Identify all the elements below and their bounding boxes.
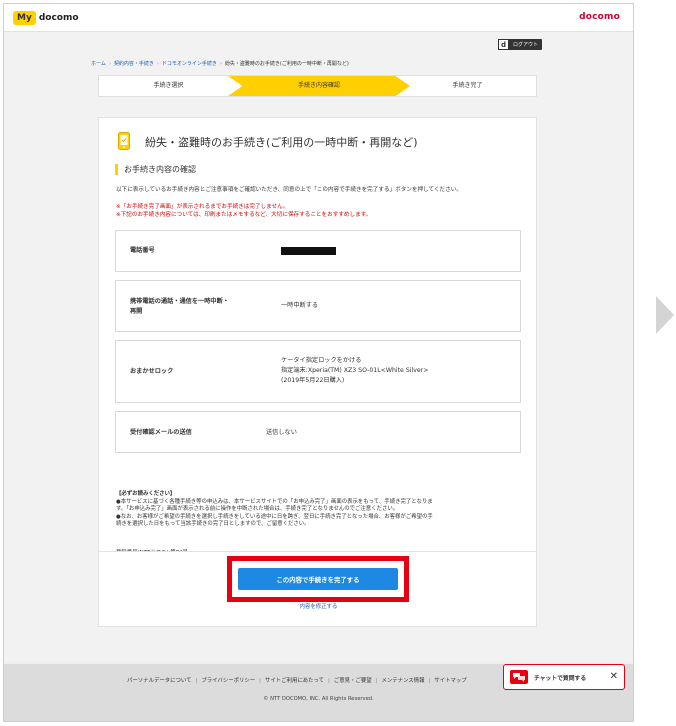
- site-header: My docomo docomo: [4, 4, 633, 32]
- step-select: 手続き選択: [153, 82, 184, 89]
- detail-row-lock: おまかせロック ケータイ指定ロックをかける 指定端末:Xperia(TM) XZ…: [115, 340, 521, 403]
- footer-link[interactable]: プライバシーポリシー: [201, 678, 255, 684]
- notes-heading: 【必ずお読みください】: [116, 491, 176, 497]
- step-confirm: 手続き内容確認: [297, 82, 340, 89]
- detail-value: (2019年5月22日購入): [281, 377, 345, 384]
- copyright: © NTT DOCOMO, INC. All Rights Reserved.: [263, 696, 374, 702]
- notes-line: 続きを選択した日をもって当該手続きの完了日としますので、ご留意ください。: [116, 521, 310, 528]
- my-docomo-logo[interactable]: My docomo: [13, 11, 79, 25]
- close-icon[interactable]: ✕: [610, 671, 618, 683]
- notes-block: 【必ずお読みください】 ●本サービスに基づく各種手続き等の申込みは、本サービスサ…: [116, 491, 524, 529]
- detail-label: 携帯電話の通話・通信を一時中断・: [130, 298, 229, 305]
- breadcrumb: ホーム › 契約内容・手続き › ドコモオンライン手続き › 紛失・盗難時のお手続き(ご利用…: [91, 61, 349, 67]
- chat-icon: [510, 670, 528, 684]
- detail-label: おまかせロック: [130, 368, 174, 375]
- footer-link[interactable]: メンテナンス情報: [381, 678, 424, 684]
- step-complete: 手続き完了: [452, 82, 483, 89]
- detail-value: 送信しない: [266, 429, 297, 436]
- submit-highlight: この内容で手続きを完了する: [227, 556, 409, 602]
- footer-links: パーソナルデータについて | プライバシーポリシー | サイトご利用にあたって | ご意見・…: [127, 678, 467, 684]
- page-title: 紛失・盗難時のお手続き(ご利用の一時中断・再開など): [145, 136, 418, 149]
- breadcrumb-home[interactable]: ホーム: [91, 61, 106, 67]
- logout-button[interactable]: d ログアウト: [498, 39, 543, 50]
- warning-text: ※下記のお手続き内容については、印刷またはメモするなど、大切に保存することをおす…: [116, 212, 372, 218]
- confirmation-card: 紛失・盗難時のお手続き(ご利用の一時中断・再開など) お手続き内容の確認 以下に…: [98, 117, 537, 569]
- main-content: d ログアウト ホーム › 契約内容・手続き › ドコモオンライン手続き › 紛失・盗難時の…: [4, 32, 633, 687]
- detail-value: ケータイ指定ロックをかける: [281, 357, 362, 364]
- detail-value: 一時中断する: [281, 302, 319, 309]
- detail-value: 指定端末:Xperia(TM) XZ3 SO-01L<White Silver>: [281, 367, 429, 374]
- warning-text: ※「お手続き完了画面」が表示されるまでお手続きは完了しません。: [116, 204, 289, 210]
- chat-label: チャットで質問する: [534, 675, 587, 682]
- back-link[interactable]: 内容を修正する: [99, 602, 538, 610]
- detail-label: 受付確認メールの送信: [130, 429, 192, 436]
- phone-icon: [118, 132, 130, 150]
- detail-label: 再開: [130, 308, 143, 315]
- section-title: お手続き内容の確認: [115, 164, 196, 175]
- footer-link[interactable]: サイトご利用にあたって: [265, 678, 324, 684]
- logout-label: ログアウト: [513, 42, 539, 48]
- logo-badge: My: [13, 11, 36, 25]
- footer-link[interactable]: ご意見・ご要望: [334, 678, 372, 684]
- detail-row-email: 受付確認メールの送信 送信しない: [115, 411, 521, 453]
- footer-link[interactable]: サイトマップ: [434, 678, 466, 684]
- action-card: この内容で手続きを完了する 内容を修正する: [98, 551, 537, 627]
- detail-label: 電話番号: [130, 247, 155, 254]
- d-account-icon: d: [498, 39, 509, 50]
- logo-text: docomo: [38, 13, 79, 23]
- browser-frame: My docomo docomo d ログアウト ホーム › 契約内容・手続き › ドコ…: [3, 3, 634, 722]
- docomo-brand[interactable]: docomo: [579, 12, 620, 22]
- notes-line: す。「お申込み完了」画面が表示される前に操作を中断された場合は、手続き完了となり…: [116, 506, 399, 513]
- chat-widget[interactable]: チャットで質問する ✕: [503, 664, 625, 690]
- progress-steps: 手続き選択 手続き内容確認 手続き完了: [98, 75, 537, 97]
- breadcrumb-contract[interactable]: 契約内容・手続き: [114, 61, 154, 67]
- intro-text: 以下に表示しているお手続き内容とご注意事項をご確認いただき、同意の上で「この内容…: [116, 187, 462, 193]
- detail-row-phone-number: 電話番号: [115, 230, 521, 272]
- footer-link[interactable]: パーソナルデータについて: [127, 678, 192, 684]
- detail-row-suspend: 携帯電話の通話・通信を一時中断・ 再開 一時中断する: [115, 280, 521, 332]
- submit-button[interactable]: この内容で手続きを完了する: [238, 568, 398, 590]
- breadcrumb-online[interactable]: ドコモオンライン手続き: [162, 61, 217, 67]
- breadcrumb-current: 紛失・盗難時のお手続き(ご利用の一時中断・再開など): [224, 61, 349, 67]
- next-arrow-icon: [656, 296, 674, 334]
- redacted-phone-number: [281, 247, 336, 255]
